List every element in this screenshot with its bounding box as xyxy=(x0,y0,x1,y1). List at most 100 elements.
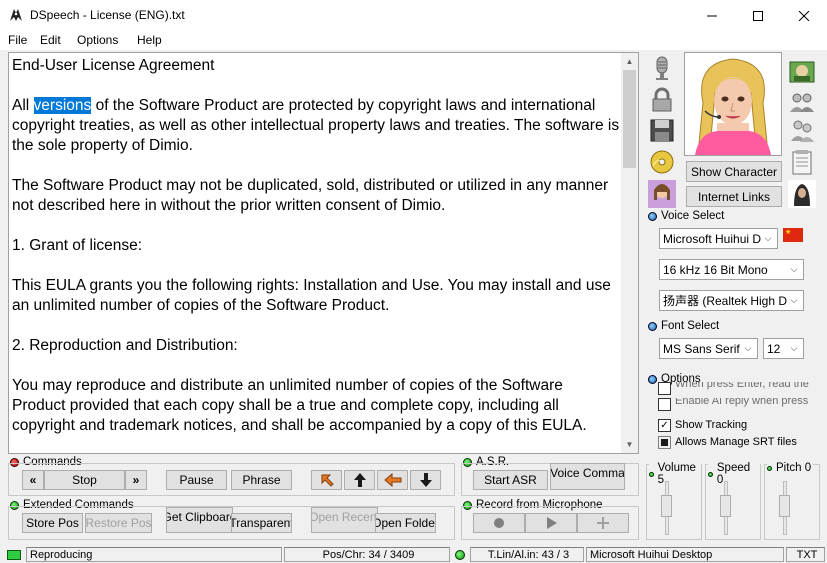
get-clipboard-button[interactable]: Get Clipboard xyxy=(166,507,233,533)
forward-button[interactable]: » xyxy=(125,470,147,490)
pause-button[interactable]: Pause xyxy=(166,470,227,490)
show-character-button[interactable]: Show Character xyxy=(686,161,782,182)
volume-label: Volume 5 xyxy=(649,462,701,486)
audio-format-dropdown[interactable]: 16 kHz 16 Bit Mono ⌵ xyxy=(659,259,804,280)
arrow-up-button[interactable] xyxy=(344,470,375,490)
license-heading: End-User License Agreement xyxy=(12,57,215,74)
status-position: Pos/Chr: 34 / 3409 xyxy=(284,547,450,562)
microphone-icon[interactable] xyxy=(648,54,676,82)
notepad-icon[interactable] xyxy=(788,148,816,176)
scroll-thumb[interactable] xyxy=(623,70,636,168)
store-pos-button[interactable]: Store Pos xyxy=(22,513,83,533)
voice-group-icon xyxy=(648,211,657,221)
character-gallery-icon[interactable] xyxy=(788,58,816,86)
play-button[interactable] xyxy=(525,513,577,533)
status-line: T.Lin/Al.in: 43 / 3 xyxy=(470,547,584,562)
arrow-up-left-icon xyxy=(321,474,334,487)
chevron-down-icon: ⌵ xyxy=(787,291,801,310)
status-type: TXT xyxy=(786,547,825,562)
play-icon xyxy=(547,517,557,529)
checkbox[interactable] xyxy=(658,436,671,449)
menu-file[interactable]: File xyxy=(8,33,27,47)
record-button[interactable] xyxy=(473,513,525,533)
paragraph-5: 2. Reproduction and Distribution: xyxy=(12,337,238,354)
paragraph-3: 1. Grant of license: xyxy=(12,237,143,254)
menu-options[interactable]: Options xyxy=(77,33,118,47)
paragraph-6: You may reproduce and distribute an unli… xyxy=(12,377,587,434)
checkbox[interactable] xyxy=(658,398,671,411)
audio-device-dropdown[interactable]: 扬声器 (Realtek High De ⌵ xyxy=(659,290,804,311)
start-asr-button[interactable]: Start ASR xyxy=(473,470,548,490)
pitch-group-icon xyxy=(767,465,772,471)
speed-slider-frame: Speed 0 xyxy=(705,462,761,540)
arrow-left-button[interactable] xyxy=(377,470,408,490)
plus-icon xyxy=(597,517,609,529)
volume-group-icon xyxy=(649,471,654,477)
arrow-up-left-button[interactable] xyxy=(311,470,342,490)
app-logo-icon xyxy=(10,9,22,21)
close-button[interactable] xyxy=(781,0,827,31)
arrow-up-icon xyxy=(353,473,366,487)
dark-character-icon[interactable] xyxy=(788,180,816,208)
font-group-icon xyxy=(648,321,657,331)
arrow-down-button[interactable] xyxy=(410,470,441,490)
character-thumb-icon[interactable] xyxy=(648,180,676,208)
option-show-tracking[interactable]: ✓ Show Tracking xyxy=(658,419,747,432)
save-icon[interactable] xyxy=(648,116,676,144)
internet-links-button[interactable]: Internet Links xyxy=(686,186,782,207)
chevron-down-icon: ⌵ xyxy=(741,339,755,358)
lock-icon[interactable] xyxy=(648,86,676,114)
scroll-down-icon[interactable]: ▼ xyxy=(621,436,638,453)
window-title: DSpeech - License (ENG).txt xyxy=(30,8,185,22)
menu-edit[interactable]: Edit xyxy=(40,33,61,47)
restore-pos-button[interactable]: Restore Pos xyxy=(85,513,152,533)
china-flag-icon: ★ xyxy=(783,228,803,242)
font-name-dropdown[interactable]: MS Sans Serif ⌵ xyxy=(659,338,758,359)
cd-audio-icon[interactable] xyxy=(648,148,676,176)
characters-icon[interactable] xyxy=(788,116,816,144)
option-manage-srt[interactable]: Allows Manage SRT files xyxy=(658,436,797,449)
pitch-label: Pitch 0 xyxy=(767,462,814,474)
status-indicator-icon xyxy=(455,549,465,560)
voice-dropdown[interactable]: Microsoft Huihui De ⌵ xyxy=(659,228,778,249)
maximize-button[interactable] xyxy=(735,0,781,31)
open-recent-button[interactable]: Open Recent xyxy=(311,507,378,533)
status-state: Reproducing xyxy=(26,547,282,562)
status-led-icon xyxy=(7,549,21,560)
transparent-button[interactable]: Transparent xyxy=(231,513,292,533)
scroll-up-icon[interactable]: ▲ xyxy=(621,53,638,70)
title-bar: DSpeech - License (ENG).txt xyxy=(0,0,827,31)
option-ai-reply[interactable]: Enable AI reply when press Enter xyxy=(658,398,810,411)
volume-thumb[interactable] xyxy=(661,495,672,517)
character-avatar[interactable] xyxy=(684,52,782,156)
checkbox[interactable] xyxy=(658,382,671,395)
options-list[interactable]: When press Enter, read the Enable AI rep… xyxy=(656,380,810,454)
stop-button[interactable]: Stop xyxy=(44,470,125,490)
chevron-down-icon: ⌵ xyxy=(787,339,801,358)
chevron-down-icon: ⌵ xyxy=(787,260,801,279)
phrase-button[interactable]: Phrase xyxy=(231,470,292,490)
status-engine: Microsoft Huihui Desktop xyxy=(586,547,784,562)
status-bar: Reproducing Pos/Chr: 34 / 3409 T.Lin/Al.… xyxy=(0,546,827,563)
vertical-scrollbar[interactable]: ▲ ▼ xyxy=(621,53,638,453)
minimize-button[interactable] xyxy=(689,0,735,31)
paragraph-1: All versions of the Software Product are… xyxy=(12,97,620,154)
menu-help[interactable]: Help xyxy=(137,33,162,47)
minimize-icon xyxy=(707,15,717,16)
text-editor[interactable]: End-User License Agreement All versions … xyxy=(8,52,639,454)
font-size-dropdown[interactable]: 12 ⌵ xyxy=(763,338,804,359)
open-folder-button[interactable]: Open Folder xyxy=(375,513,436,533)
pitch-slider-frame: Pitch 0 xyxy=(764,462,820,540)
rewind-button[interactable]: « xyxy=(22,470,44,490)
editor-content[interactable]: End-User License Agreement All versions … xyxy=(12,56,620,436)
option-read-on-enter[interactable]: When press Enter, read the xyxy=(658,382,809,395)
font-select-label: Font Select xyxy=(648,320,719,332)
checkbox-checked[interactable]: ✓ xyxy=(658,419,671,432)
add-button[interactable] xyxy=(577,513,629,533)
people-group-icon[interactable] xyxy=(788,88,816,116)
speed-group-icon xyxy=(708,471,713,477)
voice-command-button[interactable]: Voice Comma xyxy=(550,463,625,490)
speed-thumb[interactable] xyxy=(720,495,731,517)
pitch-thumb[interactable] xyxy=(779,495,790,517)
voice-select-label: Voice Select xyxy=(648,210,724,222)
